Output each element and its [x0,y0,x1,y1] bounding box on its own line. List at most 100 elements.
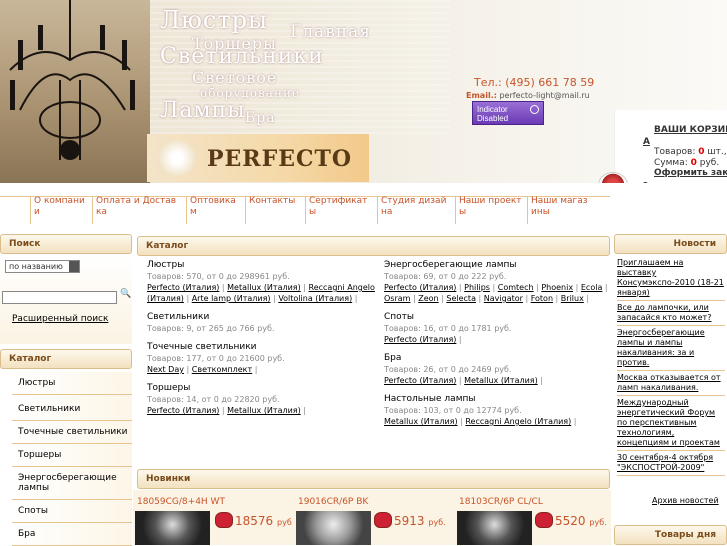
header: Люстры Торшеры Светильники Световое обор… [0,0,727,190]
product-price-unit: руб [277,518,292,527]
left-cat-svetilniki[interactable]: Светильники [12,395,132,421]
product-price-unit: руб. [428,518,446,527]
cart-add-icon[interactable] [535,512,553,528]
cart-add-icon[interactable] [374,512,392,528]
search-input[interactable] [2,291,117,304]
product-image[interactable] [457,511,532,545]
nav-design-studio[interactable]: Студия дизайна [377,196,452,224]
brand-link[interactable]: Metallux (Италия) [384,417,458,426]
title-bra[interactable]: Бра [245,110,276,126]
link-separator: | [583,294,590,303]
email-address[interactable]: perfecto-light@mail.ru [499,91,589,100]
cart-title[interactable]: ВАШИ КОРЗИН [654,125,727,135]
left-cat-torshery[interactable]: Торшеры [12,444,132,467]
left-cat-tochechnye[interactable]: Точечные светильники [12,421,132,444]
title-lyustry[interactable]: Люстры [160,6,268,34]
left-cat-bra[interactable]: Бра [12,523,132,546]
product-card[interactable]: 18059CG/8+4H WT 18576 руб [133,490,293,545]
catalog-group-title[interactable]: Энергосберегающие лампы [384,260,614,270]
brand-link[interactable]: Metallux (Италия) [464,376,538,385]
news-item[interactable]: Приглашаем на выставку Консумэкспо-2010 … [617,256,725,301]
brand-link[interactable]: Perfecto (Италия) [147,283,219,292]
cart-items-label: Товаров: [654,147,696,157]
link-separator: | [252,365,258,374]
cart-marker[interactable]: А [643,137,650,147]
chevron-down-icon [69,261,79,272]
nav-projects[interactable]: Наши проекты [455,196,525,224]
catalog-group-count: Товаров: 16, от 0 до 1781 руб. [384,324,512,333]
catalog-group-count: Товаров: 103, от 0 до 12774 руб. [384,406,522,415]
search-icon[interactable]: 🔍 [120,289,131,299]
brand-link[interactable]: Perfecto (Италия) [147,406,219,415]
title-lampy[interactable]: Лампы [160,98,246,123]
nav-about[interactable]: О компании [30,196,90,224]
link-separator: | [183,365,192,374]
nav-certificates[interactable]: Сертификат ы [305,196,375,224]
catalog-group-count: Товаров: 26, от 0 до 2469 руб. [384,365,512,374]
catalog-group-title[interactable]: Бра [384,353,614,363]
catalog-brand-links: Perfecto (Италия) | Metallux (Италия) | … [147,282,377,304]
brand-link[interactable]: Arte lamp (Италия) [192,294,271,303]
news-item[interactable]: 30 сентября-4 октября "ЭКСПОСТРОЙ-2009" [617,451,725,476]
brand-link[interactable]: Zeon [418,294,438,303]
catalog-group-title[interactable]: Споты [384,312,614,322]
product-name[interactable]: 18059CG/8+4H WT [137,497,225,507]
product-card[interactable]: 18103CR/6P CL/CL 5520 руб. [455,490,615,545]
brand-link[interactable]: Comtech [498,283,534,292]
brand-link[interactable]: Philips [464,283,490,292]
brand-link[interactable]: Next Day [147,365,184,374]
brand-link[interactable]: Reccagni Angelo (Италия) [465,417,571,426]
brand-link[interactable]: Perfecto (Италия) [384,283,456,292]
brand-link[interactable]: Osram [384,294,410,303]
brand-link[interactable]: Perfecto (Италия) [384,376,456,385]
link-separator: | [300,406,306,415]
news-item[interactable]: Все до лампочки, или запасайся кто может… [617,301,725,326]
left-cat-lyustry[interactable]: Люстры [12,372,132,395]
product-price: 5520 руб. [555,514,607,528]
nav-payment[interactable]: Оплата и Доставка [92,196,184,224]
news-archive-link[interactable]: Архив новостей [652,496,719,505]
brand-link[interactable]: Brilux [561,294,584,303]
brand-link[interactable]: Selecta [446,294,476,303]
product-name[interactable]: 19016CR/6P BK [298,497,368,507]
product-image[interactable] [135,511,210,545]
news-item[interactable]: Москва отказывается от ламп накаливания. [617,371,725,396]
catalog-group-title[interactable]: Точечные светильники [147,342,377,352]
brand-link[interactable]: Navigator [484,294,523,303]
product-image[interactable] [296,511,371,545]
catalog-group-title[interactable]: Настольные лампы [384,394,614,404]
nav-contacts[interactable]: Контакты [245,196,303,224]
brand-link[interactable]: Perfecto (Италия) [384,335,456,344]
advanced-search-link[interactable]: Расширенный поиск [12,314,108,324]
brand-link[interactable]: Foton [531,294,553,303]
cart-items-value: 0 [698,147,705,157]
brand-link[interactable]: Metallux (Италия) [227,406,301,415]
link-separator: | [456,376,465,385]
indicator-line2: Disabled [477,114,509,123]
nav-wholesale[interactable]: Оптовика м [186,196,244,224]
brand-link[interactable]: Phoenix [541,283,573,292]
cart-add-icon[interactable] [215,512,233,528]
left-cat-energo[interactable]: Энергосберегающие лампы [12,467,132,500]
title-svetovoe[interactable]: Световое [192,68,277,87]
news-item[interactable]: Энергосберегающие лампы и лампы накалива… [617,326,725,371]
logo[interactable]: PERFECTO [207,146,352,172]
checkout-link[interactable]: Оформить зака [654,168,727,178]
nav-stores[interactable]: Наши магазины [527,196,592,224]
catalog-group-title[interactable]: Люстры [147,260,377,270]
product-card[interactable]: 19016CR/6P BK 5913 руб. [294,490,454,545]
left-cat-spoty[interactable]: Споты [12,500,132,523]
catalog-group-title[interactable]: Светильники [147,312,377,322]
indicator-badge[interactable]: Indicator Disabled [472,101,544,125]
brand-link[interactable]: Voltolina (Италия) [278,294,352,303]
title-svetilniki[interactable]: Светильники [160,44,324,69]
catalog-group-title[interactable]: Торшеры [147,383,377,393]
product-name[interactable]: 18103CR/6P CL/CL [459,497,543,507]
catalog-group: Бра Товаров: 26, от 0 до 2469 руб. Perfect… [384,353,614,386]
search-mode-select[interactable]: по названию [5,260,80,273]
brand-link[interactable]: Metallux (Италия) [227,283,301,292]
title-glavnaya[interactable]: Главная [290,22,371,42]
news-item[interactable]: Международный энергетический Форум по пе… [617,396,725,451]
brand-link[interactable]: Ecola [581,283,602,292]
brand-link[interactable]: Светкомплект [192,365,252,374]
